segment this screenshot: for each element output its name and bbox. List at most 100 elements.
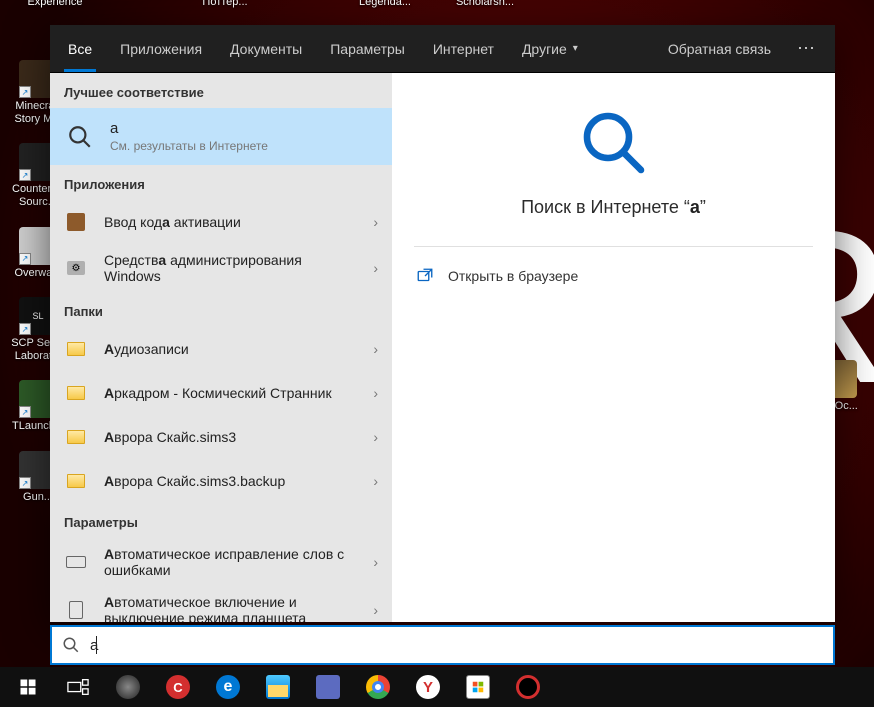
result-item[interactable]: Аркадром - Космический Странник ›: [50, 371, 392, 415]
shortcut-arrow-icon: ↗: [19, 477, 31, 489]
desktop-icons-top: Experience Поттер... Legenda... Scholars…: [60, 0, 874, 9]
desktop-icon[interactable]: Legenda...: [350, 0, 420, 9]
group-header-apps: Приложения: [50, 165, 392, 200]
start-button[interactable]: [6, 667, 50, 707]
result-title: Аркадром - Космический Странник: [104, 385, 357, 401]
folder-icon: [62, 467, 90, 495]
feedback-link[interactable]: Обратная связь: [656, 41, 783, 57]
taskbar-app[interactable]: C: [156, 667, 200, 707]
search-icon: [62, 636, 80, 654]
tab-apps[interactable]: Приложения: [106, 25, 216, 72]
search-icon: [64, 121, 96, 153]
tools-icon: ⚙: [62, 254, 90, 282]
yandex-icon: Y: [416, 675, 440, 699]
search-panel: Все Приложения Документы Параметры Интер…: [50, 25, 835, 622]
result-item[interactable]: Автоматическое исправление слов с ошибка…: [50, 538, 392, 586]
chevron-right-icon: ›: [371, 260, 380, 276]
taskbar-chrome[interactable]: [356, 667, 400, 707]
tablet-icon: [62, 596, 90, 622]
task-view-button[interactable]: [56, 667, 100, 707]
app-icon: [116, 675, 140, 699]
taskbar-explorer[interactable]: [256, 667, 300, 707]
tab-documents[interactable]: Документы: [216, 25, 316, 72]
search-large-icon: [578, 107, 650, 179]
open-browser-icon: [416, 267, 434, 285]
tab-settings[interactable]: Параметры: [316, 25, 419, 72]
result-item[interactable]: Автоматическое включение и выключение ре…: [50, 586, 392, 622]
chevron-right-icon: ›: [371, 554, 380, 570]
group-header-folders: Папки: [50, 292, 392, 327]
result-item[interactable]: Аврора Скайс.sims3.backup ›: [50, 459, 392, 503]
shortcut-arrow-icon: ↗: [19, 86, 31, 98]
taskbar-record[interactable]: [506, 667, 550, 707]
taskbar-app[interactable]: [106, 667, 150, 707]
search-tabs: Все Приложения Документы Параметры Интер…: [50, 25, 835, 73]
desktop-icon[interactable]: Поттер...: [190, 0, 260, 9]
result-title: Аудиозаписи: [104, 341, 357, 357]
overflow-menu-button[interactable]: ⋯: [783, 38, 831, 59]
tab-all[interactable]: Все: [54, 25, 106, 72]
result-title: Средства администрирования Windows: [104, 252, 357, 284]
taskbar-store[interactable]: [456, 667, 500, 707]
edge-icon: e: [216, 675, 240, 699]
taskbar-discord[interactable]: [306, 667, 350, 707]
chevron-right-icon: ›: [371, 602, 380, 618]
desktop-icon-label: Scholarsh...: [449, 0, 521, 9]
tab-label: Все: [68, 41, 92, 57]
app-icon: C: [166, 675, 190, 699]
chrome-icon: [366, 675, 390, 699]
preview-action-label: Открыть в браузере: [448, 268, 578, 284]
result-item[interactable]: ⚙ Средства администрирования Windows ›: [50, 244, 392, 292]
desktop-icon-label: Legenda...: [349, 0, 421, 9]
chevron-right-icon: ›: [371, 429, 380, 445]
shortcut-arrow-icon: ↗: [19, 406, 31, 418]
file-explorer-icon: [266, 675, 290, 699]
result-title: Автоматическое включение и выключение ре…: [104, 594, 357, 622]
cube-icon: [62, 208, 90, 236]
windows-icon: [19, 678, 37, 696]
result-title: a: [110, 120, 378, 137]
chevron-right-icon: ›: [371, 341, 380, 357]
taskbar-yandex[interactable]: Y: [406, 667, 450, 707]
taskbar-edge[interactable]: e: [206, 667, 250, 707]
folder-icon: [62, 423, 90, 451]
shortcut-arrow-icon: ↗: [19, 169, 31, 181]
chevron-down-icon: ▾: [573, 43, 578, 54]
results-pane: Лучшее соответствие a См. результаты в И…: [50, 73, 392, 622]
store-icon: [466, 675, 490, 699]
open-in-browser-action[interactable]: Открыть в браузере: [414, 261, 813, 291]
keyboard-icon: [62, 548, 90, 576]
result-item[interactable]: Аврора Скайс.sims3 ›: [50, 415, 392, 459]
desktop-icon[interactable]: Scholarsh...: [450, 0, 520, 9]
preview-pane: Поиск в Интернете “a” Открыть в браузере: [392, 73, 835, 622]
result-title: Аврора Скайс.sims3.backup: [104, 473, 357, 489]
group-header-settings: Параметры: [50, 503, 392, 538]
divider: [414, 246, 813, 247]
tab-web[interactable]: Интернет: [419, 25, 508, 72]
result-item[interactable]: Ввод кода активации ›: [50, 200, 392, 244]
preview-title: Поиск в Интернете “a”: [521, 197, 706, 218]
folder-icon: [62, 379, 90, 407]
tab-label: Приложения: [120, 41, 202, 57]
chevron-right-icon: ›: [371, 473, 380, 489]
tab-label: Документы: [230, 41, 302, 57]
tab-label: Другие: [522, 41, 567, 57]
group-header-best-match: Лучшее соответствие: [50, 73, 392, 108]
result-title: Ввод кода активации: [104, 214, 357, 230]
desktop-icon[interactable]: Experience: [20, 0, 90, 9]
folder-icon: [62, 335, 90, 363]
result-subtitle: См. результаты в Интернете: [110, 139, 378, 153]
result-item[interactable]: Аудиозаписи ›: [50, 327, 392, 371]
task-view-icon: [67, 678, 89, 696]
result-title: Аврора Скайс.sims3: [104, 429, 357, 445]
result-best-match[interactable]: a См. результаты в Интернете: [50, 108, 392, 165]
record-icon: [516, 675, 540, 699]
desktop-icon-label: Experience: [19, 0, 91, 9]
chevron-right-icon: ›: [371, 385, 380, 401]
discord-icon: [316, 675, 340, 699]
desktop-icon-label: Поттер...: [189, 0, 261, 9]
search-box[interactable]: a: [50, 625, 835, 665]
tab-more[interactable]: Другие ▾: [508, 25, 592, 72]
tab-label: Параметры: [330, 41, 405, 57]
taskbar: C e Y: [0, 667, 874, 707]
